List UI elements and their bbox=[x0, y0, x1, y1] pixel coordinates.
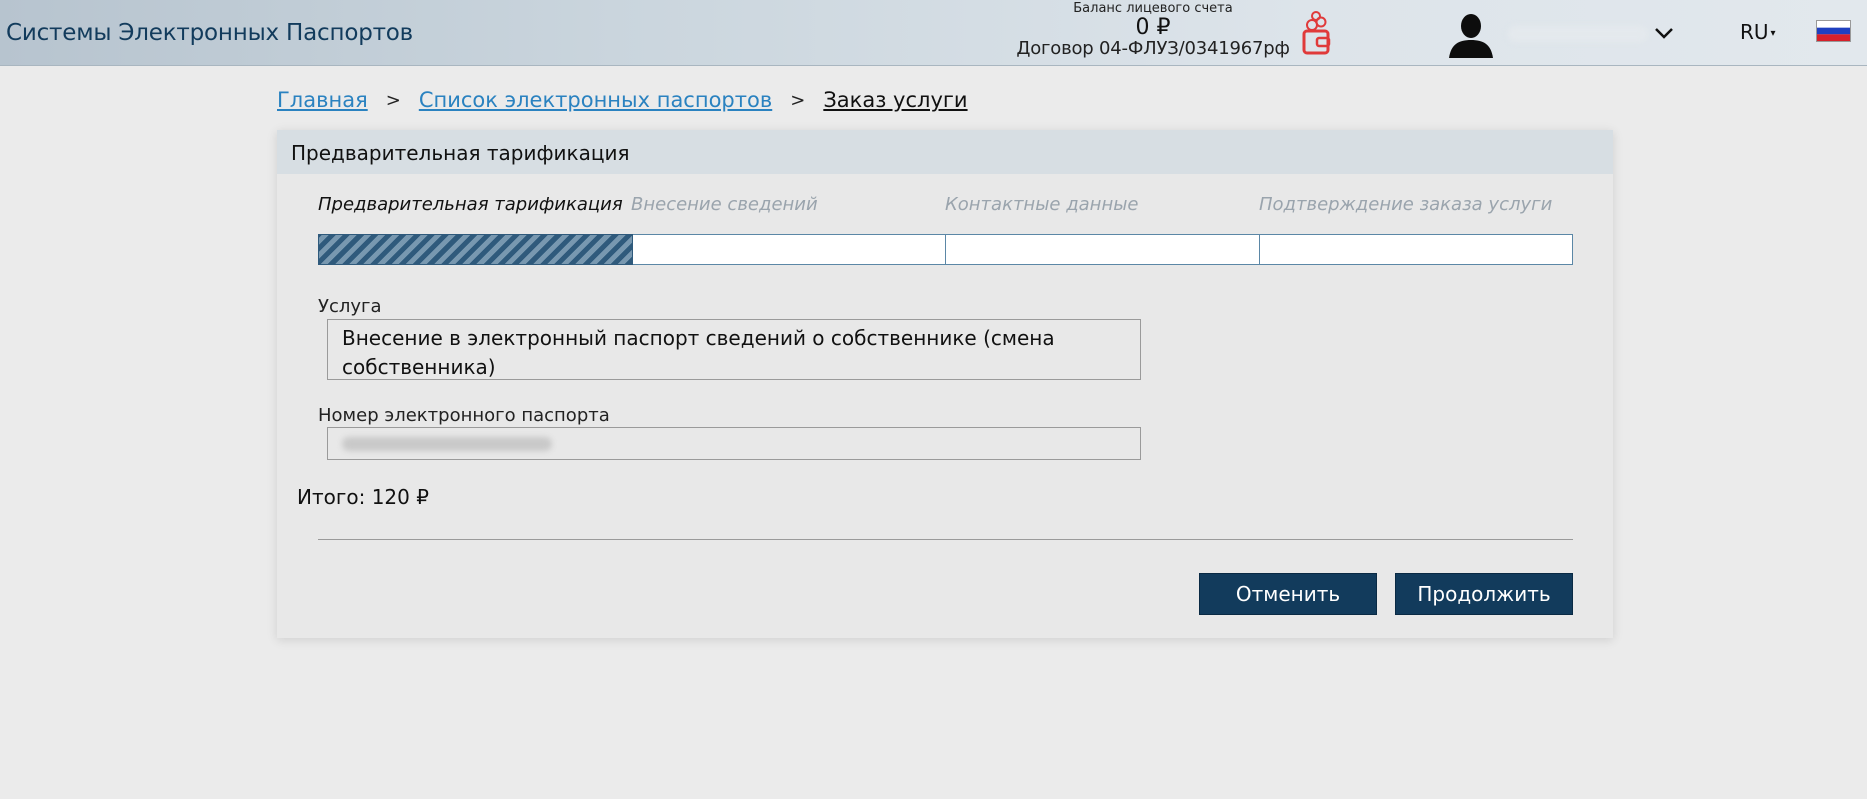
app-title[interactable]: Системы Электронных Паспортов bbox=[6, 20, 413, 46]
contract-number: Договор 04-ФЛУЗ/0341967рф bbox=[1016, 38, 1290, 59]
caret-down-icon: ▾ bbox=[1770, 28, 1776, 39]
language-selector[interactable]: RU ▾ bbox=[1740, 20, 1776, 44]
balance-block: Баланс лицевого счета 0 ₽ Договор 04-ФЛУ… bbox=[1010, 2, 1296, 58]
step-bar-confirmation bbox=[1259, 234, 1573, 265]
passport-number-value bbox=[342, 437, 552, 451]
card-title: Предварительная тарификация bbox=[277, 130, 1613, 174]
step-label-contacts: Контактные данные bbox=[945, 194, 1139, 215]
step-bar-data-entry bbox=[632, 234, 946, 265]
breadcrumb: Главная > Список электронных паспортов >… bbox=[277, 88, 968, 112]
chevron-down-icon[interactable] bbox=[1653, 24, 1675, 42]
breadcrumb-home[interactable]: Главная bbox=[277, 88, 368, 112]
passport-number-field[interactable] bbox=[327, 427, 1141, 460]
step-bar-tariff bbox=[318, 234, 633, 265]
passport-number-label: Номер электронного паспорта bbox=[318, 405, 610, 426]
tariff-card: Предварительная тарификация Предваритель… bbox=[277, 130, 1613, 638]
wizard-steps: Предварительная тарификация Внесение све… bbox=[318, 194, 1573, 274]
wizard-progress bbox=[318, 234, 1573, 265]
wallet-icon[interactable] bbox=[1300, 11, 1334, 57]
service-label: Услуга bbox=[318, 296, 382, 317]
breadcrumb-separator: > bbox=[790, 89, 806, 111]
avatar-icon[interactable] bbox=[1445, 12, 1497, 58]
step-bar-contacts bbox=[946, 234, 1260, 265]
breadcrumb-separator: > bbox=[385, 89, 401, 111]
step-label-data-entry: Внесение сведений bbox=[631, 194, 818, 215]
balance-amount: 0 ₽ bbox=[1135, 15, 1171, 40]
continue-button[interactable]: Продолжить bbox=[1395, 573, 1573, 615]
service-field: Внесение в электронный паспорт сведений … bbox=[327, 319, 1141, 380]
top-header: Системы Электронных Паспортов Баланс лиц… bbox=[0, 0, 1867, 66]
breadcrumb-current: Заказ услуги bbox=[823, 88, 968, 112]
breadcrumb-passport-list[interactable]: Список электронных паспортов bbox=[419, 88, 772, 112]
divider bbox=[318, 539, 1573, 540]
flag-icon[interactable] bbox=[1816, 20, 1851, 42]
balance-label: Баланс лицевого счета bbox=[1073, 1, 1233, 16]
language-label: RU bbox=[1740, 20, 1769, 44]
step-label-tariff: Предварительная тарификация bbox=[318, 194, 623, 215]
total-amount: Итого: 120 ₽ bbox=[297, 485, 429, 509]
cancel-button[interactable]: Отменить bbox=[1199, 573, 1377, 615]
user-name[interactable] bbox=[1508, 26, 1648, 42]
step-label-confirmation: Подтверждение заказа услуги bbox=[1259, 194, 1553, 215]
